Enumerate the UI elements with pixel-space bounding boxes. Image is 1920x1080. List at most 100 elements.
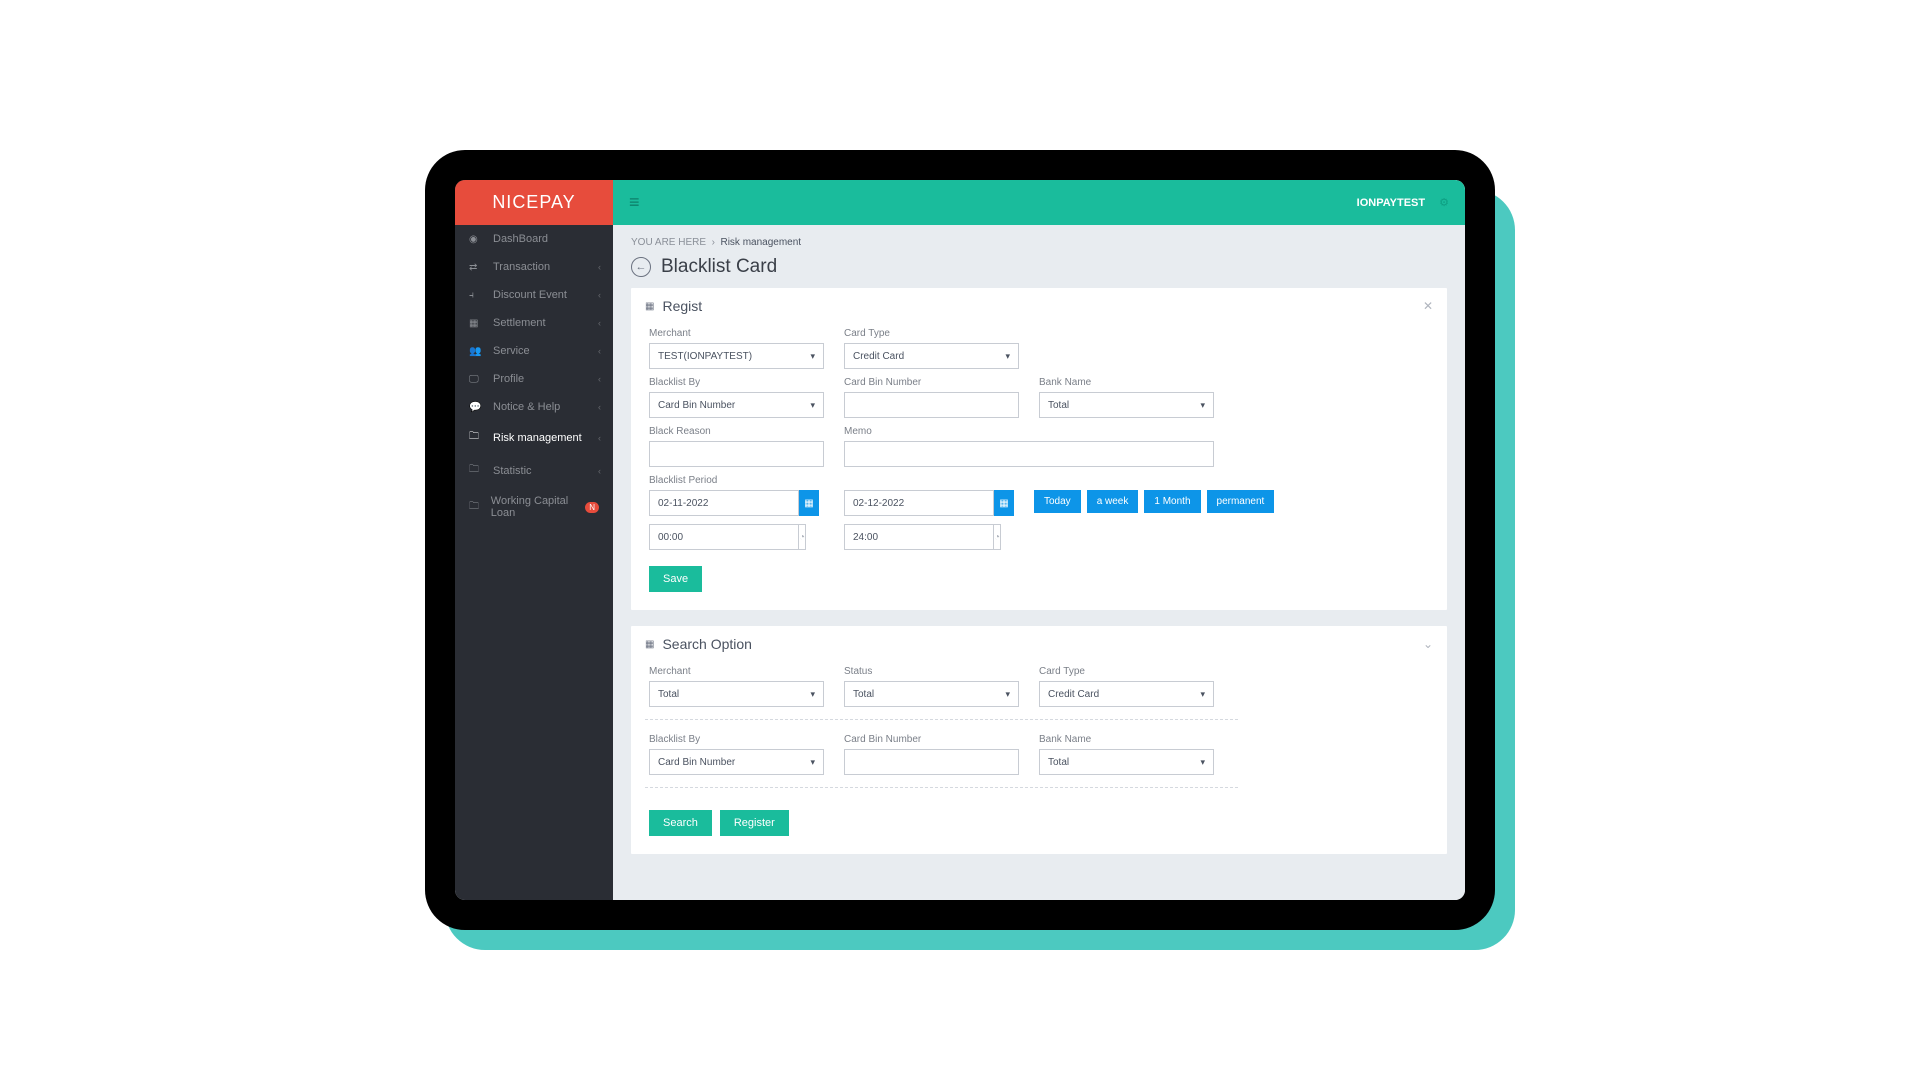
search-card-bin-number-input[interactable] — [844, 749, 1019, 775]
a-week-button[interactable]: a week — [1087, 490, 1139, 513]
search-panel-header: ▦ Search Option ⌄ — [631, 626, 1447, 662]
brand-logo: NICEPAY — [455, 180, 613, 225]
search-blacklist-by-label: Blacklist By — [649, 734, 824, 745]
folder-icon: 🗀 — [469, 462, 483, 479]
gear-icon[interactable]: ⚙ — [1439, 196, 1449, 209]
sidebar-item-notice-help[interactable]: 💬 Notice & Help ‹ — [455, 393, 613, 421]
bank-name-label: Bank Name — [1039, 377, 1214, 388]
hamburger-icon[interactable]: ≡ — [629, 192, 640, 213]
blacklist-by-select[interactable]: Card Bin Number — [649, 392, 824, 418]
chevron-left-icon: ‹ — [598, 402, 601, 412]
blacklist-period-label: Blacklist Period — [649, 475, 1409, 486]
divider — [645, 719, 1238, 720]
breadcrumb: YOU ARE HERE › Risk management — [631, 237, 1447, 248]
memo-input[interactable] — [844, 441, 1214, 467]
sidebar-item-label: Profile — [493, 373, 524, 385]
sidebar-item-label: DashBoard — [493, 233, 548, 245]
breadcrumb-current: Risk management — [720, 237, 801, 248]
sidebar-item-label: Working Capital Loan — [491, 495, 579, 519]
users-icon: 👥 — [469, 346, 483, 357]
comment-icon: 💬 — [469, 402, 483, 413]
search-status-label: Status — [844, 666, 1019, 677]
permanent-button[interactable]: permanent — [1207, 490, 1275, 513]
divider — [645, 787, 1238, 788]
card-bin-number-input[interactable] — [844, 392, 1019, 418]
search-status-select[interactable]: Total — [844, 681, 1019, 707]
sidebar-item-label: Statistic — [493, 465, 532, 477]
topbar-username[interactable]: IONPAYTEST — [1357, 197, 1425, 209]
time-from-input[interactable] — [649, 524, 798, 550]
search-option-panel: ▦ Search Option ⌄ Merchant Total Status … — [631, 626, 1447, 854]
bank-name-select[interactable]: Total — [1039, 392, 1214, 418]
new-badge: N — [585, 502, 599, 513]
clock-icon: ◔ — [798, 524, 806, 550]
save-button[interactable]: Save — [649, 566, 702, 592]
clock-icon: ◔ — [993, 524, 1001, 550]
search-panel-title: Search Option — [662, 636, 752, 652]
monitor-icon: 🖵 — [469, 374, 483, 385]
search-bank-name-label: Bank Name — [1039, 734, 1214, 745]
sidebar-item-service[interactable]: 👥 Service ‹ — [455, 337, 613, 365]
register-button[interactable]: Register — [720, 810, 789, 836]
main-area: ≡ IONPAYTEST ⚙ YOU ARE HERE › Risk manag… — [613, 180, 1465, 900]
transaction-icon: ⇄ — [469, 262, 483, 273]
sidebar-item-settlement[interactable]: ▦ Settlement ‹ — [455, 309, 613, 337]
sidebar-item-discount-event[interactable]: ⫞ Discount Event ‹ — [455, 281, 613, 309]
sidebar-item-label: Transaction — [493, 261, 550, 273]
grid-icon: ▦ — [645, 639, 654, 650]
topbar: ≡ IONPAYTEST ⚙ — [613, 180, 1465, 225]
search-merchant-select[interactable]: Total — [649, 681, 824, 707]
black-reason-input[interactable] — [649, 441, 824, 467]
folder-icon: 🗀 — [469, 429, 483, 446]
dashboard-icon: ◉ — [469, 234, 483, 245]
chevron-left-icon: ‹ — [598, 433, 601, 443]
grid-icon: ▦ — [645, 301, 654, 312]
calendar-to-button[interactable]: ▦ — [994, 490, 1014, 516]
chevron-down-icon[interactable]: ⌄ — [1423, 637, 1433, 651]
close-icon[interactable]: ✕ — [1423, 299, 1433, 313]
regist-panel-title: Regist — [662, 298, 702, 314]
merchant-select[interactable]: TEST(IONPAYTEST) — [649, 343, 824, 369]
sidebar-item-label: Discount Event — [493, 289, 567, 301]
sidebar-item-profile[interactable]: 🖵 Profile ‹ — [455, 365, 613, 393]
sidebar-item-working-capital-loan[interactable]: 🗀 Working Capital Loan N — [455, 487, 613, 527]
chevron-left-icon: ‹ — [598, 290, 601, 300]
breadcrumb-prefix: YOU ARE HERE — [631, 237, 706, 248]
calendar-from-button[interactable]: ▦ — [799, 490, 819, 516]
search-card-type-select[interactable]: Credit Card — [1039, 681, 1214, 707]
search-button[interactable]: Search — [649, 810, 712, 836]
sidebar-item-label: Service — [493, 345, 530, 357]
search-bank-name-select[interactable]: Total — [1039, 749, 1214, 775]
search-merchant-label: Merchant — [649, 666, 824, 677]
card-type-label: Card Type — [844, 328, 1019, 339]
search-card-bin-number-label: Card Bin Number — [844, 734, 1019, 745]
chevron-left-icon: ‹ — [598, 318, 601, 328]
sidebar-item-risk-management[interactable]: 🗀 Risk management ‹ — [455, 421, 613, 454]
merchant-label: Merchant — [649, 328, 824, 339]
chevron-left-icon: ‹ — [598, 346, 601, 356]
chart-icon: ⫞ — [469, 290, 483, 301]
page-title: Blacklist Card — [661, 256, 777, 278]
date-from-input[interactable] — [649, 490, 799, 516]
sidebar-item-transaction[interactable]: ⇄ Transaction ‹ — [455, 253, 613, 281]
chevron-left-icon: ‹ — [598, 374, 601, 384]
time-to-input[interactable] — [844, 524, 993, 550]
regist-panel-header: ▦ Regist ✕ — [631, 288, 1447, 324]
sidebar-item-dashboard[interactable]: ◉ DashBoard — [455, 225, 613, 253]
one-month-button[interactable]: 1 Month — [1144, 490, 1200, 513]
sidebar-item-label: Risk management — [493, 432, 582, 444]
black-reason-label: Black Reason — [649, 426, 824, 437]
app-screen: NICEPAY ◉ DashBoard ⇄ Transaction ‹ ⫞ Di… — [455, 180, 1465, 900]
card-type-select[interactable]: Credit Card — [844, 343, 1019, 369]
sidebar-item-label: Notice & Help — [493, 401, 560, 413]
content: ▦ Regist ✕ Merchant TEST(IONPAYTEST) Car… — [613, 288, 1465, 900]
search-card-type-label: Card Type — [1039, 666, 1214, 677]
sidebar-item-label: Settlement — [493, 317, 546, 329]
sidebar-item-statistic[interactable]: 🗀 Statistic ‹ — [455, 454, 613, 487]
calendar-icon: ▦ — [469, 318, 483, 329]
date-to-input[interactable] — [844, 490, 994, 516]
back-button[interactable]: ← — [631, 257, 651, 277]
today-button[interactable]: Today — [1034, 490, 1081, 513]
search-blacklist-by-select[interactable]: Card Bin Number — [649, 749, 824, 775]
card-bin-number-label: Card Bin Number — [844, 377, 1019, 388]
